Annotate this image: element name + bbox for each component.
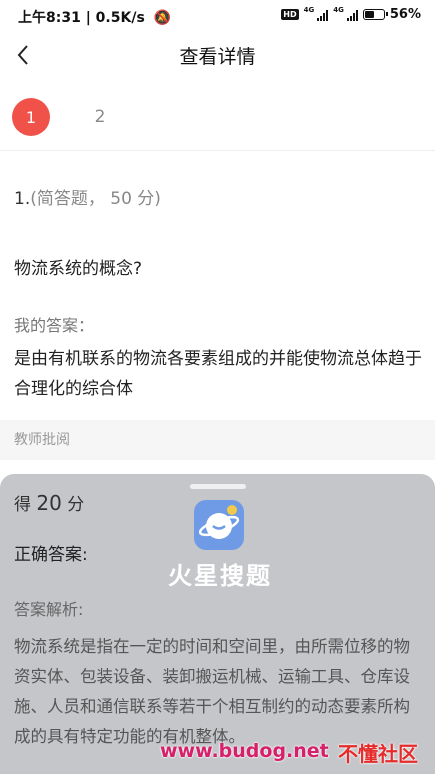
score-value: 20 xyxy=(36,491,62,515)
tab-question-2[interactable]: 2 xyxy=(81,98,119,136)
network-type-1: 4G xyxy=(303,6,315,14)
status-right: HD 4G 4G 56% xyxy=(281,7,421,22)
status-time-speed: 上午8:31 | 0.5K/s 🔕 xyxy=(18,7,171,27)
tab-question-1[interactable]: 1 xyxy=(12,98,50,136)
mute-icon: 🔕 xyxy=(153,10,172,26)
battery-fill xyxy=(364,11,374,18)
score-prefix: 得 xyxy=(14,495,31,515)
watermark-url: www.budog.net xyxy=(160,740,329,762)
sheet-drag-handle[interactable] xyxy=(190,484,246,489)
page-title: 查看详情 xyxy=(179,46,256,68)
my-answer-label: 我的答案： xyxy=(14,316,95,335)
analysis-text: 物流系统是指在一定的时间和空间里，由所需位移的物资实体、包装设备、装卸搬运机械、… xyxy=(14,637,410,746)
score-suffix: 分 xyxy=(67,495,85,515)
battery-percent: 56% xyxy=(389,7,421,22)
divider xyxy=(0,150,435,151)
logo-text: 火星搜题 xyxy=(168,562,272,590)
teacher-review-label: 教师批阅 xyxy=(14,432,70,448)
score: 得 20 分 xyxy=(14,490,84,515)
status-time-text: 上午8:31 | 0.5K/s xyxy=(18,10,145,26)
planet-logo-icon xyxy=(194,500,244,550)
network-type-2: 4G xyxy=(333,6,344,14)
question-number: 1. xyxy=(14,189,31,209)
question-text: 物流系统的概念? xyxy=(14,259,143,279)
signal-icon xyxy=(317,9,329,21)
watermark-name: 不懂社区 xyxy=(338,742,418,766)
my-answer-text: 是由有机联系的物流各要素组成的并能使物流总体趋于合理化的综合体 xyxy=(14,349,422,399)
analysis-label: 答案解析: xyxy=(14,600,84,619)
planet-icon xyxy=(198,505,240,539)
signal-icon-2 xyxy=(346,9,358,21)
question-meta: (简答题， 50 分) xyxy=(30,189,161,209)
status-bar: 上午8:31 | 0.5K/s 🔕 HD 4G 4G 56% xyxy=(0,0,435,32)
battery-icon xyxy=(362,9,388,20)
hd-badge: HD xyxy=(281,9,299,20)
question-header: 1.(简答题， 50 分) xyxy=(14,184,161,209)
correct-answer-label: 正确答案: xyxy=(14,545,88,565)
